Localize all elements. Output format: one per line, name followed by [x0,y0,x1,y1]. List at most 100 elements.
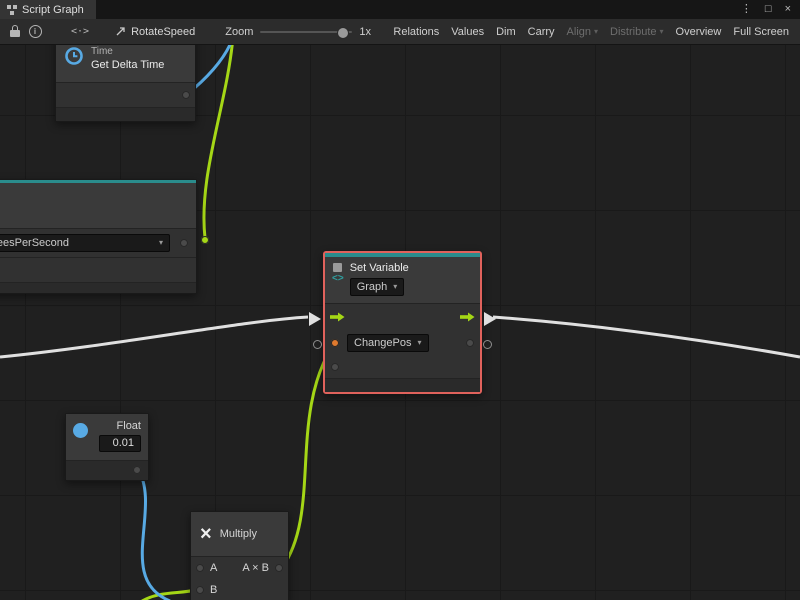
zoom-slider-handle[interactable] [337,27,349,39]
wire-lime-top [204,45,233,238]
zoom-slider[interactable] [260,31,352,33]
target-row: his ⊙ [0,258,196,282]
wire-blue-float [138,469,170,600]
wire-lime-bottom [142,590,196,600]
node-footer [66,461,148,480]
multiply-icon: × [200,524,212,544]
lock-button[interactable] [5,22,25,42]
toolbar-button-relations[interactable]: Relations [387,24,445,40]
wire-flow-in [0,317,308,357]
value-output-port[interactable] [466,339,474,347]
window-controls: ⋮ □ × [741,0,800,19]
node-title: Set Variable [350,262,409,274]
connected-output-port[interactable] [201,236,209,244]
port-row-a: A A × B [191,557,288,579]
graph-name-label: RotateSpeed [131,26,195,38]
graph-canvas[interactable]: Time Get Delta Time Get Variable Object … [0,45,800,600]
toolbar-button-overview[interactable]: Overview [670,24,728,40]
node-get-variable[interactable]: Get Variable Object ▾ otationDegreesPerS… [0,179,197,294]
toolbar-button-values[interactable]: Values [445,24,490,40]
node-set-variable[interactable]: <> Set Variable Graph ▾ [323,251,482,394]
flow-in-arrow-icon[interactable] [330,312,345,322]
code-view-button[interactable]: <·> [71,26,89,37]
node-title: Get Variable [0,188,188,200]
node-title: Get Delta Time [91,59,164,71]
clock-icon [64,46,84,66]
node-header: Float 0.01 [66,414,148,460]
node-icon: <> [332,262,344,298]
graph-brackets-icon: <> [332,274,344,284]
info-icon: i [29,25,42,38]
fallback-port-row [325,356,480,378]
chevron-down-icon: ▾ [594,28,598,36]
maximize-icon[interactable]: □ [765,4,772,15]
graph-breadcrumb[interactable]: RotateSpeed [115,26,195,38]
tab-title: Script Graph [22,4,84,16]
node-footer [0,283,196,293]
toolbar-button-dim[interactable]: Dim [490,24,522,40]
float-value-field[interactable]: 0.01 [99,435,141,452]
graph-toolbar: i <·> RotateSpeed Zoom 1x Relations Valu… [0,19,800,45]
input-port-b[interactable] [196,586,204,594]
toolbar-button-fullscreen[interactable]: Full Screen [727,24,795,40]
flow-out-arrow-icon[interactable] [460,312,475,322]
node-footer [325,379,480,392]
value-output-port[interactable] [133,466,141,474]
toolbar-button-carry[interactable]: Carry [522,24,561,40]
input-b-label: B [210,584,217,596]
node-title: Multiply [220,528,257,540]
lock-icon [10,30,20,37]
chevron-down-icon: ▾ [393,283,397,291]
unconnected-port-left[interactable] [313,340,322,349]
value-output-port[interactable] [180,239,188,247]
node-title: Float [117,420,141,432]
output-port[interactable] [275,564,283,572]
flow-port-row [325,304,480,330]
graph-tab-icon [7,5,17,15]
value-input-port[interactable] [331,339,339,347]
node-header: Get Variable Object ▾ [0,183,196,228]
variable-scope-dropdown[interactable]: Graph ▾ [350,278,405,296]
unconnected-port-right[interactable] [483,340,492,349]
variable-name-row: otationDegreesPerSecond ▾ [0,229,196,257]
toolbar-button-align[interactable]: Align▾ [561,24,604,40]
info-button[interactable]: i [25,22,45,42]
node-header: Time Get Delta Time [56,45,195,82]
kebab-menu-icon[interactable]: ⋮ [741,4,752,15]
toolbar-buttons: Relations Values Dim Carry Align▾ Distri… [387,24,795,40]
tab-script-graph[interactable]: Script Graph [0,0,96,19]
node-category: Time [91,46,164,57]
variable-value-row: ChangePos ▾ [325,330,480,356]
close-icon[interactable]: × [785,4,791,15]
input-a-label: A [210,562,217,574]
input-port-a[interactable] [196,564,204,572]
chevron-down-icon: ▾ [418,339,422,347]
wire-flow-out [493,317,800,357]
graph-unit-icon [333,263,342,272]
zoom-control: Zoom 1x [225,26,371,38]
node-header: <> Set Variable Graph ▾ [325,257,480,303]
unity-editor-window: Script Graph ⋮ □ × i <·> RotateSpeed Zoo… [0,0,800,600]
zoom-label: Zoom [225,26,253,38]
node-footer [56,108,195,121]
flow-in-arrowhead[interactable] [309,312,321,326]
chevron-down-icon: ▾ [660,28,664,36]
node-multiply[interactable]: × Multiply A A × B B [190,511,289,600]
node-float-literal[interactable]: Float 0.01 [65,413,149,481]
fallback-input-port[interactable] [331,363,339,371]
port-row-b: B [191,579,288,600]
flow-out-arrowhead[interactable] [484,312,496,326]
variable-name-dropdown[interactable]: otationDegreesPerSecond ▾ [0,234,170,252]
output-label: A × B [242,562,269,574]
variable-name-dropdown[interactable]: ChangePos ▾ [347,334,429,352]
node-get-delta-time[interactable]: Time Get Delta Time [55,45,196,122]
tab-bar: Script Graph ⋮ □ × [0,0,800,19]
output-port-row [56,83,195,107]
float-type-icon [73,423,88,438]
toolbar-button-distribute[interactable]: Distribute▾ [604,24,669,40]
output-port[interactable] [182,91,190,99]
zoom-value: 1x [359,26,371,38]
graph-pointer-icon [115,26,126,37]
chevron-down-icon: ▾ [159,239,163,247]
node-header: × Multiply [191,512,288,556]
